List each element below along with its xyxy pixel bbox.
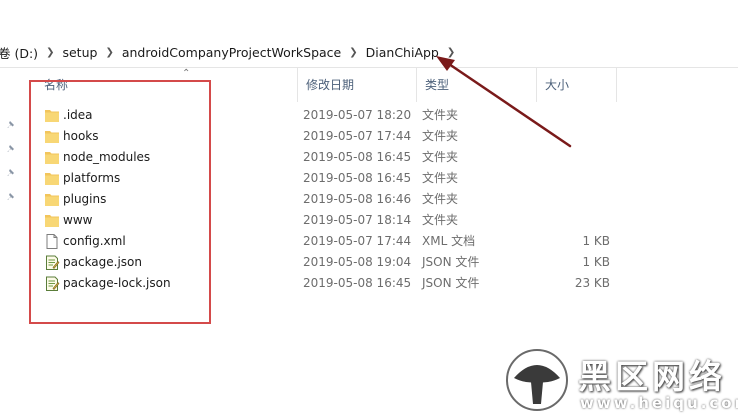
- breadcrumb-item-workspace[interactable]: androidCompanyProjectWorkSpace: [122, 45, 341, 60]
- file-type: 文件夹: [422, 150, 459, 164]
- file-date: 2019-05-08 16:46: [303, 192, 412, 206]
- breadcrumb-chevron-icon[interactable]: ❯: [447, 47, 455, 58]
- file-size: [522, 147, 610, 168]
- file-date: 2019-05-08 16:45: [303, 276, 412, 290]
- pin-icon[interactable]: [7, 168, 17, 178]
- watermark-url: www.heiqu.com: [580, 394, 738, 412]
- file-date: 2019-05-08 19:04: [303, 255, 412, 269]
- file-type: 文件夹: [422, 192, 459, 206]
- breadcrumb-item-setup[interactable]: setup: [62, 45, 97, 60]
- file-type: 文件夹: [422, 129, 459, 143]
- file-date: 2019-05-08 16:45: [303, 150, 412, 164]
- file-date: 2019-05-07 17:44: [303, 234, 412, 248]
- file-size: [522, 168, 610, 189]
- file-size: [522, 210, 610, 231]
- watermark-brand: 黑区网络: [578, 357, 726, 396]
- file-size: [522, 189, 610, 210]
- watermark: 黑区网络 www.heiqu.com: [500, 346, 738, 416]
- highlight-box: [29, 80, 211, 324]
- file-type: JSON 文件: [422, 255, 480, 269]
- file-date: 2019-05-07 18:14: [303, 213, 412, 227]
- file-type: 文件夹: [422, 108, 459, 122]
- file-size: 1 KB: [582, 255, 610, 269]
- breadcrumb-chevron-icon[interactable]: ❯: [46, 47, 54, 58]
- column-header-date[interactable]: 修改日期: [298, 68, 417, 102]
- pin-icon[interactable]: [7, 144, 17, 154]
- address-bar[interactable]: 卷 (D:) ❯ setup ❯ androidCompanyProjectWo…: [0, 38, 738, 68]
- breadcrumb-chevron-icon[interactable]: ❯: [349, 47, 357, 58]
- breadcrumb-item-current[interactable]: DianChiApp: [366, 45, 439, 60]
- file-size: [522, 126, 610, 147]
- navigation-pane: [0, 102, 22, 416]
- file-type: XML 文档: [422, 234, 476, 248]
- pin-icon[interactable]: [7, 192, 17, 202]
- column-header-size[interactable]: 大小: [537, 68, 617, 102]
- mushroom-logo-icon: [506, 349, 568, 411]
- file-size: 23 KB: [574, 276, 610, 290]
- file-type: 文件夹: [422, 171, 459, 185]
- breadcrumb-chevron-icon[interactable]: ❯: [105, 47, 113, 58]
- file-date: 2019-05-07 17:44: [303, 129, 412, 143]
- pin-icon[interactable]: [7, 120, 17, 130]
- file-date: 2019-05-08 16:45: [303, 171, 412, 185]
- column-header-type[interactable]: 类型: [417, 68, 537, 102]
- file-date: 2019-05-07 18:20: [303, 108, 412, 122]
- breadcrumb-item-drive[interactable]: 卷 (D:): [0, 43, 38, 62]
- file-size: 1 KB: [582, 234, 610, 248]
- file-type: JSON 文件: [422, 276, 480, 290]
- file-type: 文件夹: [422, 213, 459, 227]
- file-size: [522, 105, 610, 126]
